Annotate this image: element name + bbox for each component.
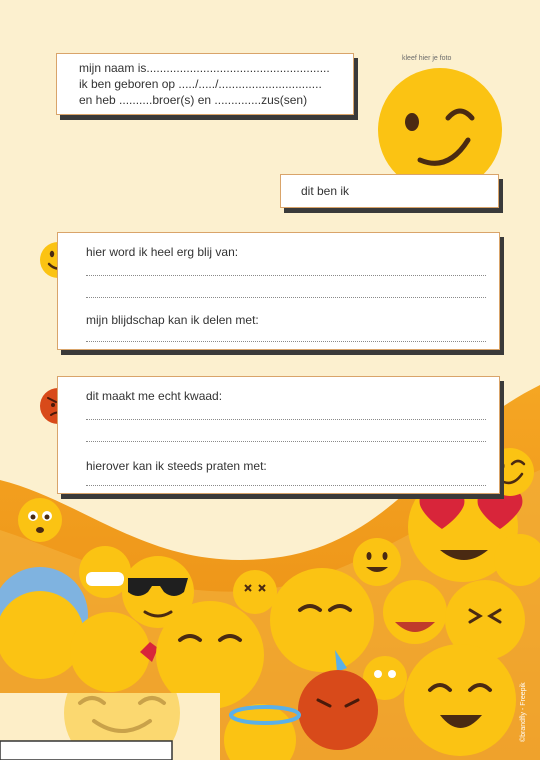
preview-thumbnail (0, 693, 220, 760)
photo-hint-label: kleef hier je foto (402, 55, 452, 62)
happy-question-1: hier word ik heel erg blij van: (86, 245, 239, 259)
angry-question-2: hierover kan ik steeds praten met: (86, 459, 267, 473)
answer-line (86, 275, 486, 276)
happy-question-2: mijn blijdschap kan ik delen met: (86, 313, 259, 327)
answer-line (86, 419, 486, 420)
image-credit: ©brandfly - Freepik (520, 682, 527, 742)
answer-line (86, 297, 486, 298)
angry-section-box: dit maakt me echt kwaad: hierover kan ik… (57, 376, 500, 494)
worksheet-page: mijn naam is............................… (0, 0, 540, 760)
answer-line (86, 341, 486, 342)
photo-caption-box: dit ben ik (280, 174, 499, 208)
siblings-line: en heb ..........broer(s) en ...........… (79, 93, 308, 107)
photo-caption: dit ben ik (301, 184, 350, 198)
birthdate-line: ik ben geboren op ...../...../..........… (79, 77, 322, 91)
answer-line (86, 441, 486, 442)
personal-info-box: mijn naam is............................… (56, 53, 354, 115)
happy-section-box: hier word ik heel erg blij van: mijn bli… (57, 232, 500, 350)
angry-question-1: dit maakt me echt kwaad: (86, 389, 223, 403)
answer-line (86, 485, 486, 486)
preview-emoji-icon (0, 693, 220, 760)
name-line: mijn naam is............................… (79, 61, 330, 75)
